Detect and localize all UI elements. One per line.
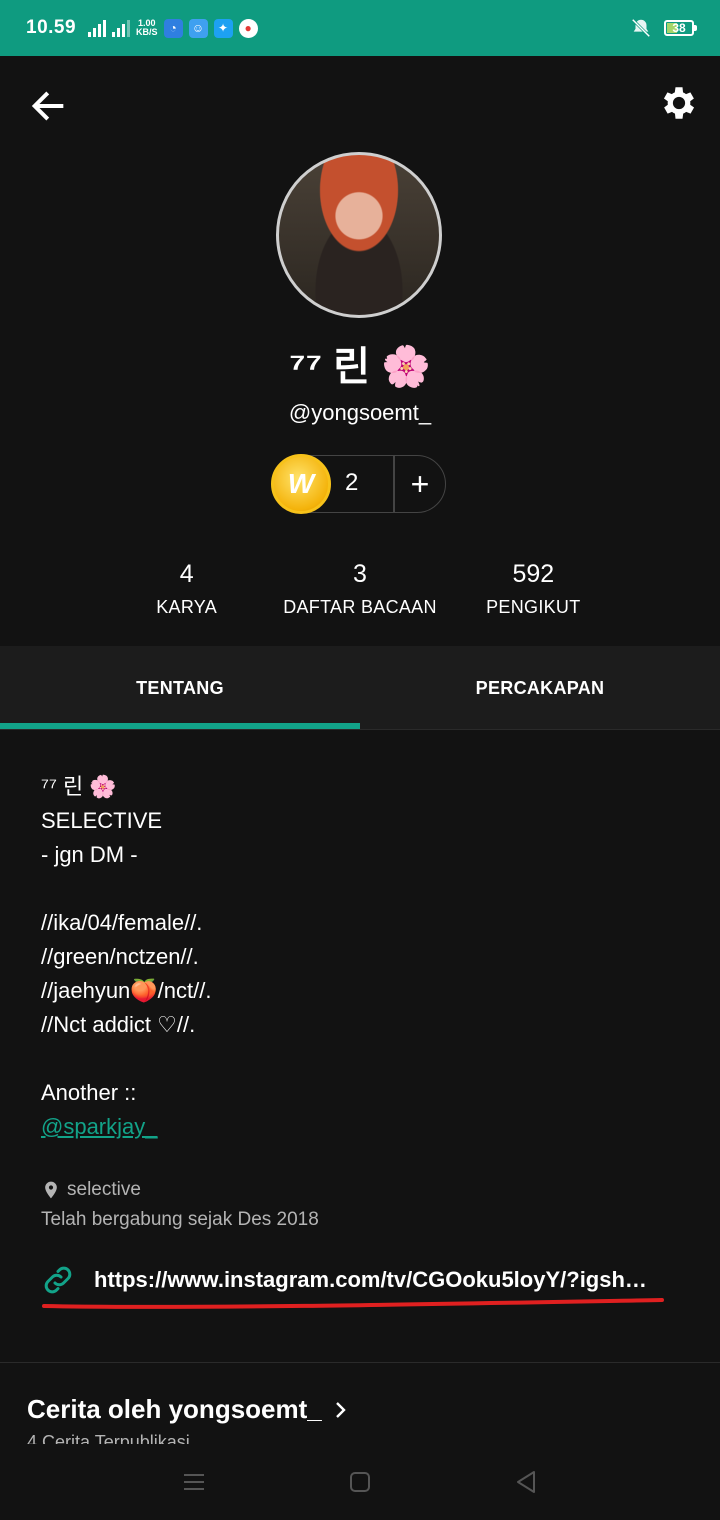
app-icon: ● — [238, 18, 258, 38]
gear-icon[interactable] — [658, 82, 700, 124]
stat-reading-lists-label: DAFTAR BACAAN — [283, 597, 437, 617]
bio-line: - jgn DM - — [41, 842, 138, 867]
link-icon — [44, 1266, 72, 1294]
stat-reading-lists-value: 3 — [353, 560, 367, 588]
back-button[interactable] — [443, 1444, 609, 1520]
home-square-icon — [350, 1472, 370, 1492]
stat-works-label: KARYA — [156, 597, 218, 617]
joined-date: Telah bergabung sejak Des 2018 — [41, 1209, 319, 1230]
stat-followers[interactable]: 592 PENGIKUT — [447, 560, 620, 618]
top-bar — [0, 56, 720, 152]
bio-line: SELECTIVE — [41, 808, 163, 833]
menu-icon — [184, 1474, 204, 1490]
app-notification-icon: ◔ — [163, 18, 183, 38]
home-button[interactable] — [277, 1444, 443, 1520]
display-name: ⁷⁷ 린 🌸 — [289, 345, 431, 389]
stat-followers-label: PENGIKUT — [486, 597, 581, 617]
net-speed: 1.00 KB/S — [136, 18, 158, 37]
bio-line: //Nct addict ♡//. — [41, 1012, 196, 1037]
menu-button[interactable] — [111, 1444, 277, 1520]
avatar[interactable] — [276, 152, 442, 318]
location: selective — [41, 1178, 141, 1202]
bio-line — [41, 872, 681, 906]
annotation-underline — [42, 1298, 664, 1309]
username: @yongsoemt_ — [288, 400, 432, 425]
bio-line: //green/nctzen//. — [41, 944, 199, 969]
location-text: selective — [67, 1179, 141, 1200]
back-arrow-icon[interactable] — [28, 86, 68, 126]
bio-line: //jaehyun🍑/nct//. — [41, 978, 212, 1003]
wattpad-coin-icon: W — [271, 454, 331, 514]
twitter-icon: ✦ — [213, 18, 233, 38]
signal-icon — [88, 19, 107, 37]
stories-title: Cerita oleh yongsoemt_ — [27, 1394, 322, 1424]
signal-icon-2 — [112, 19, 131, 37]
coin-count: 2 — [345, 469, 359, 496]
stat-works[interactable]: 4 KARYA — [100, 560, 273, 618]
stat-followers-value: 592 — [512, 560, 555, 588]
profile-stats: 4 KARYA 3 DAFTAR BACAAN 592 PENGIKUT — [100, 560, 620, 618]
messenger-icon: ☺ — [188, 18, 208, 38]
bio-line: Another :: — [41, 1080, 137, 1105]
about-section: ⁷⁷ 린 🌸 SELECTIVE - jgn DM - //ika/04/fem… — [41, 770, 681, 1144]
vibrate-icon — [631, 18, 651, 38]
coin-balance: W 2 + — [271, 454, 446, 514]
stat-reading-lists[interactable]: 3 DAFTAR BACAAN — [273, 560, 446, 618]
stories-subtitle: 4 Cerita Terpublikasi — [27, 1432, 190, 1444]
link-url[interactable]: https://www.instagram.com/tv/CGOoku5loyY… — [94, 1267, 674, 1293]
add-coins-button[interactable]: + — [395, 456, 445, 512]
back-triangle-icon — [517, 1471, 535, 1493]
status-bar: 10.59 1.00 KB/S ◔ ☺ ✦ ● 38 — [0, 0, 720, 56]
location-pin-icon — [45, 1181, 57, 1199]
profile-tabs: TENTANG PERCAKAPAN — [0, 646, 720, 730]
chevron-right-icon — [335, 1401, 346, 1418]
bio-line — [41, 1042, 681, 1076]
status-time: 10.59 — [26, 17, 77, 38]
bio-line: //ika/04/female//. — [41, 910, 203, 935]
section-divider — [0, 1362, 720, 1363]
bio-line: ⁷⁷ 린 🌸 — [41, 774, 117, 799]
system-nav-bar — [0, 1444, 720, 1520]
mention-link[interactable]: @sparkjay_ — [41, 1114, 158, 1139]
stories-header[interactable]: Cerita oleh yongsoemt_ — [27, 1394, 348, 1425]
external-link[interactable]: https://www.instagram.com/tv/CGOoku5loyY… — [40, 1262, 674, 1298]
tab-conversations[interactable]: PERCAKAPAN — [360, 646, 720, 729]
tab-about[interactable]: TENTANG — [0, 646, 360, 729]
battery-icon: 38 — [664, 20, 697, 36]
stat-works-value: 4 — [179, 560, 194, 588]
